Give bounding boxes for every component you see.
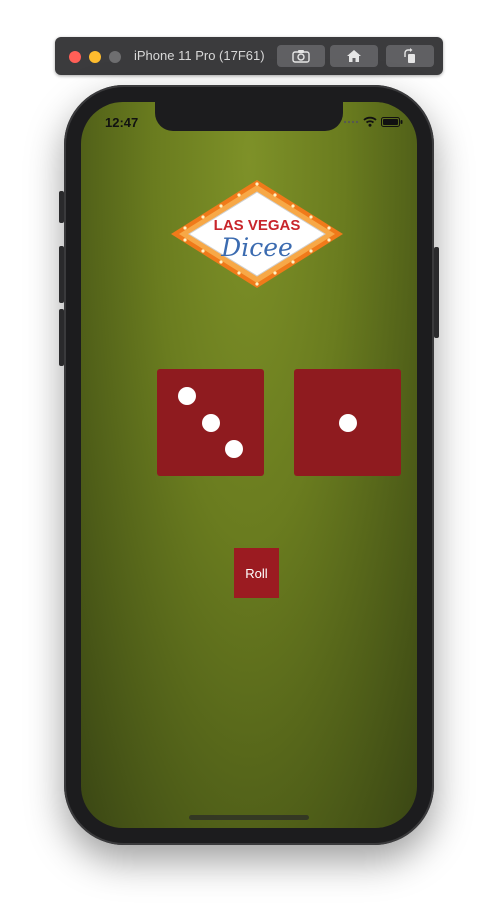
device-title: iPhone 11 Pro (17F61) (134, 48, 265, 63)
roll-button[interactable]: Roll (234, 548, 279, 598)
screenshot-button[interactable] (277, 45, 325, 67)
left-die (157, 369, 264, 476)
simulator-toolbar: iPhone 11 Pro (17F61) (55, 37, 443, 75)
app-screen: 12:47 LAS VEGAS Dicee Roll (81, 102, 417, 828)
rotate-icon (404, 48, 415, 63)
signal-dots-icon (343, 120, 359, 123)
mute-switch (59, 191, 64, 223)
home-button[interactable] (330, 45, 378, 67)
home-indicator[interactable] (189, 815, 309, 820)
logo-line2: Dicee (220, 233, 293, 262)
die-pip (177, 386, 196, 405)
zoom-window-button[interactable] (109, 51, 121, 63)
power-button (434, 247, 439, 338)
las-vegas-dicee-logo: LAS VEGAS Dicee (171, 180, 343, 288)
minimize-window-button[interactable] (89, 51, 101, 63)
close-window-button[interactable] (69, 51, 81, 63)
battery-icon (381, 116, 403, 127)
right-die (294, 369, 401, 476)
status-time: 12:47 (105, 115, 139, 130)
rotate-button[interactable] (386, 45, 434, 67)
logo-line1: LAS VEGAS (214, 217, 301, 234)
phone-frame: 12:47 LAS VEGAS Dicee Roll (59, 85, 439, 845)
wifi-icon (363, 116, 377, 127)
volume-up-button (59, 246, 64, 303)
die-pip (201, 413, 220, 432)
camera-icon (292, 50, 310, 63)
simulator-window: iPhone 11 Pro (17F61) 12:47 LAS VEGAS Di… (0, 0, 499, 919)
notch (155, 102, 343, 131)
status-icons (343, 116, 403, 127)
home-icon (347, 50, 361, 62)
die-pip (338, 413, 357, 432)
volume-down-button (59, 309, 64, 366)
die-pip (225, 440, 244, 459)
